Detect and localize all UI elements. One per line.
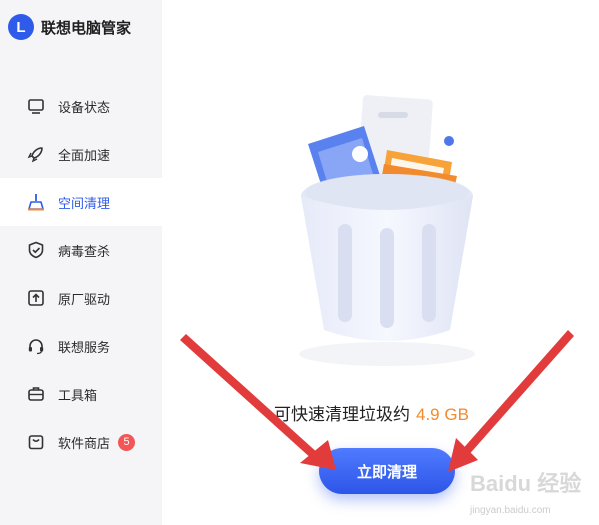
sidebar-item-oem-drivers[interactable]: 原厂驱动 (0, 274, 162, 322)
broom-icon (26, 192, 46, 212)
shopping-bag-icon (26, 432, 46, 452)
sidebar-item-label: 软件商店 (58, 435, 111, 451)
shield-check-icon (26, 240, 46, 260)
sidebar-item-virus-scan[interactable]: 病毒查杀 (0, 226, 162, 274)
sidebar-item-label: 病毒查杀 (58, 243, 111, 259)
sidebar-item-label: 全面加速 (58, 147, 111, 163)
toolbox-icon (26, 384, 46, 404)
result-prefix: 可快速清理垃圾约 (274, 405, 410, 424)
sidebar-item-lenovo-service[interactable]: 联想服务 (0, 322, 162, 370)
sidebar-item-device-status[interactable]: 设备状态 (0, 82, 162, 130)
monitor-icon (26, 96, 46, 116)
rocket-icon (26, 144, 46, 164)
clean-now-button[interactable]: 立即清理 (319, 448, 455, 494)
sidebar-item-label: 原厂驱动 (58, 291, 111, 307)
sidebar-item-toolbox[interactable]: 工具箱 (0, 370, 162, 418)
result-size-value: 4.9 GB (416, 405, 469, 424)
sidebar-item-full-speedup[interactable]: 全面加速 (0, 130, 162, 178)
watermark-url: jingyan.baidu.com (470, 505, 551, 516)
headset-icon (26, 336, 46, 356)
notification-badge: 5 (118, 433, 136, 451)
sidebar-item-label: 设备状态 (58, 99, 111, 115)
trash-bin-illustration-icon (292, 92, 482, 377)
sidebar-item-software-store[interactable]: 软件商店 5 (0, 418, 162, 466)
sidebar-item-label: 联想服务 (58, 339, 111, 355)
main-panel: 可快速清理垃圾约 4.9 GB 立即清理 (162, 0, 599, 525)
app-title: 联想电脑管家 (41, 19, 132, 37)
sidebar-item-label: 空间清理 (58, 195, 111, 211)
upload-box-icon (26, 288, 46, 308)
brand: L 联想电脑管家 (8, 14, 131, 40)
sidebar: L 联想电脑管家 设备状态 全面加速 空间清理 病毒查杀 原厂驱动 联想服务 工… (0, 0, 162, 525)
cleanable-size-text: 可快速清理垃圾约 4.9 GB (274, 400, 469, 425)
lenovo-logo-icon: L (8, 14, 34, 40)
watermark-logo: Baidu 经验 (470, 471, 582, 496)
sidebar-item-label: 工具箱 (58, 387, 98, 403)
sidebar-item-space-cleanup[interactable]: 空间清理 (0, 178, 162, 226)
